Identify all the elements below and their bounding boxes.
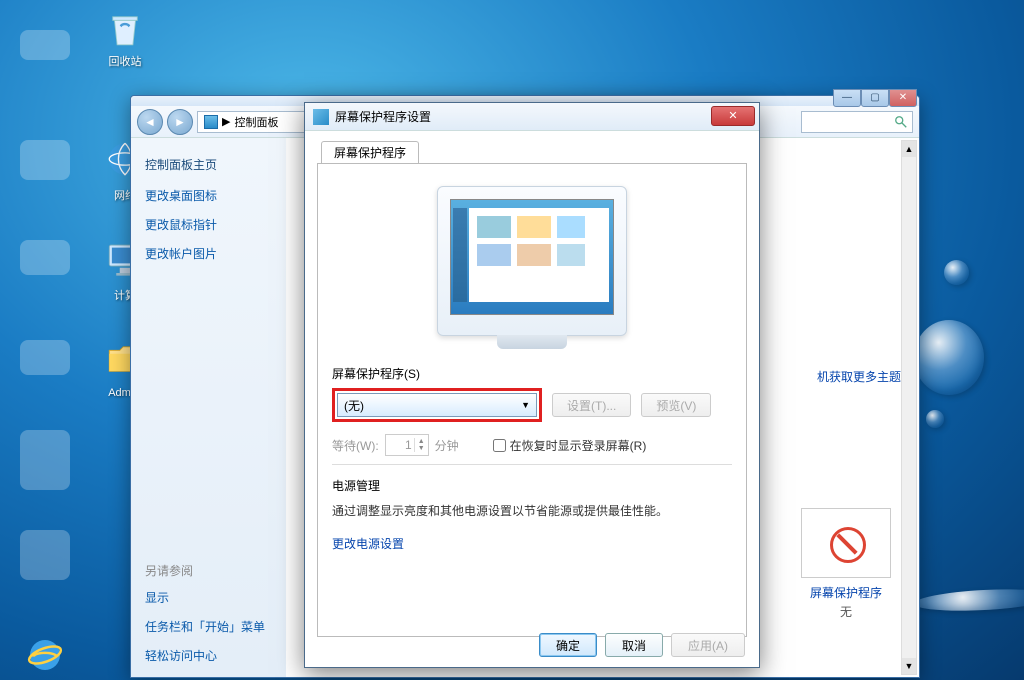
tab-strip: 屏幕保护程序 — [317, 139, 747, 163]
wait-spinner[interactable]: ▲▼ — [385, 434, 429, 456]
sidebar-link-display[interactable]: 显示 — [145, 589, 272, 606]
screensaver-card-link[interactable]: 屏幕保护程序 — [791, 584, 901, 601]
minimize-button[interactable]: — — [833, 89, 861, 107]
settings-button: 设置(T)... — [552, 393, 631, 417]
breadcrumb-sep: ▶ — [222, 115, 230, 128]
water-drop — [944, 260, 969, 285]
dialog-titlebar[interactable]: 屏幕保护程序设置 ✕ — [305, 103, 759, 131]
chevron-down-icon: ▼ — [521, 400, 530, 410]
desktop-blur — [20, 430, 70, 490]
preview-button: 预览(V) — [641, 393, 711, 417]
water-ripple — [914, 586, 1024, 613]
scrollbar[interactable]: ▲ ▼ — [901, 140, 917, 675]
sidebar: 控制面板主页 更改桌面图标 更改鼠标指针 更改帐户图片 另请参阅 显示 任务栏和… — [131, 138, 286, 677]
screensaver-card-state: 无 — [791, 603, 901, 620]
water-drop — [914, 320, 984, 395]
screensaver-none-icon — [801, 508, 891, 578]
preview-monitor — [437, 186, 627, 336]
resume-checkbox[interactable] — [493, 439, 506, 452]
dialog-title: 屏幕保护程序设置 — [335, 108, 431, 125]
nav-back-button[interactable]: ◄ — [137, 109, 163, 135]
search-icon — [894, 115, 908, 129]
screensaver-select-label: 屏幕保护程序(S) — [332, 365, 732, 382]
resume-label: 在恢复时显示登录屏幕(R) — [510, 437, 647, 454]
change-power-settings-link[interactable]: 更改电源设置 — [332, 535, 732, 552]
ok-button[interactable]: 确定 — [539, 633, 597, 657]
desktop-blur — [20, 240, 70, 275]
wait-label: 等待(W): — [332, 437, 379, 454]
wait-input[interactable] — [386, 438, 414, 452]
screensaver-settings-dialog: 屏幕保护程序设置 ✕ 屏幕保护程序 屏幕保护程序(S) (无) — [304, 102, 760, 668]
recycle-bin-icon — [104, 8, 146, 50]
desktop-blur — [20, 30, 70, 60]
nav-forward-button[interactable]: ► — [167, 109, 193, 135]
tab-panel: 屏幕保护程序(S) (无) ▼ 设置(T)... 预览(V) 等待(W): ▲▼… — [317, 163, 747, 637]
sidebar-see-also-heading: 另请参阅 — [145, 562, 272, 579]
tutorial-highlight: (无) ▼ — [332, 388, 542, 422]
breadcrumb[interactable]: ▶ 控制面板 — [197, 111, 317, 133]
power-management-desc: 通过调整显示亮度和其他电源设置以节省能源或提供最佳性能。 — [332, 502, 732, 519]
scroll-up-button[interactable]: ▲ — [902, 141, 916, 157]
cancel-button[interactable]: 取消 — [605, 633, 663, 657]
sidebar-link-account-pic[interactable]: 更改帐户图片 — [145, 245, 272, 262]
close-button[interactable]: ✕ — [889, 89, 917, 107]
divider — [332, 464, 732, 465]
screensaver-card[interactable]: 屏幕保护程序 无 — [791, 508, 901, 620]
maximize-button[interactable]: ▢ — [861, 89, 889, 107]
dialog-close-button[interactable]: ✕ — [711, 106, 755, 126]
sidebar-link-ease-access[interactable]: 轻松访问中心 — [145, 647, 272, 664]
ie-icon[interactable] — [25, 635, 65, 675]
wait-unit: 分钟 — [435, 437, 459, 454]
scroll-down-button[interactable]: ▼ — [902, 658, 916, 674]
breadcrumb-item: 控制面板 — [234, 114, 278, 130]
screensaver-dropdown[interactable]: (无) ▼ — [337, 393, 537, 417]
sidebar-home[interactable]: 控制面板主页 — [145, 156, 272, 173]
tab-screensaver[interactable]: 屏幕保护程序 — [321, 141, 419, 163]
control-panel-icon — [204, 115, 218, 129]
wait-row: 等待(W): ▲▼ 分钟 在恢复时显示登录屏幕(R) — [332, 434, 732, 456]
resume-checkbox-row[interactable]: 在恢复时显示登录屏幕(R) — [493, 437, 647, 454]
sidebar-link-taskbar[interactable]: 任务栏和「开始」菜单 — [145, 618, 272, 635]
dialog-footer: 确定 取消 应用(A) — [539, 633, 745, 657]
sidebar-link-mouse[interactable]: 更改鼠标指针 — [145, 216, 272, 233]
search-input[interactable] — [801, 111, 913, 133]
apply-button: 应用(A) — [671, 633, 745, 657]
desktop-icon-recycle-bin[interactable]: 回收站 — [90, 8, 160, 69]
dropdown-value: (无) — [344, 397, 364, 414]
desktop-blur — [20, 140, 70, 180]
water-drop — [926, 410, 944, 428]
desktop-icon-label: 回收站 — [90, 53, 160, 69]
sidebar-link-desktop-icons[interactable]: 更改桌面图标 — [145, 187, 272, 204]
desktop-blur — [20, 340, 70, 375]
dialog-icon — [313, 109, 329, 125]
power-management-heading: 电源管理 — [332, 477, 732, 494]
desktop-blur — [20, 530, 70, 580]
